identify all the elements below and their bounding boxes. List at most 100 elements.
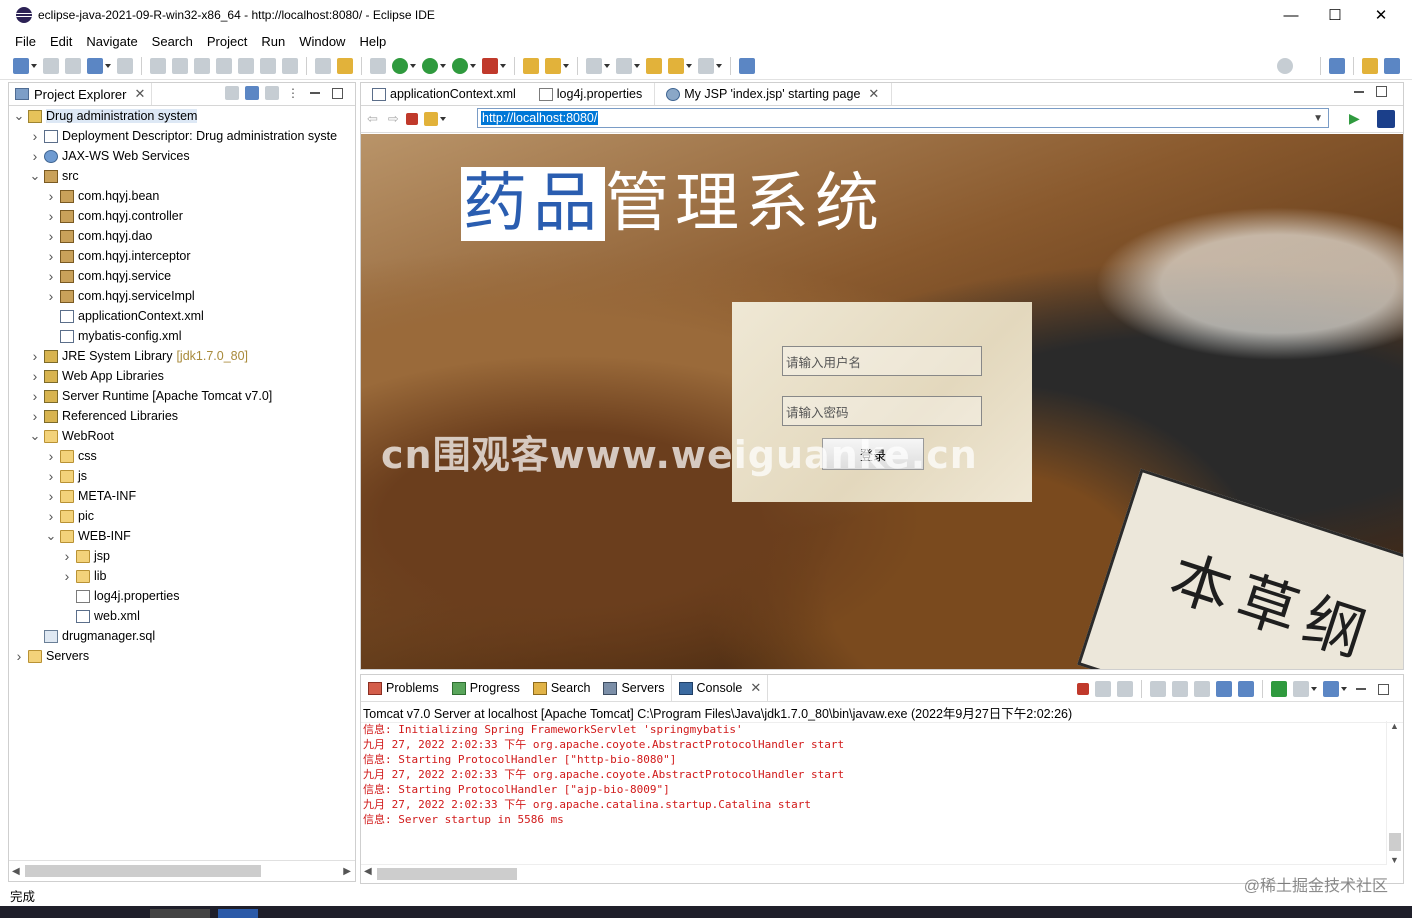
- last-edit-location-icon[interactable]: [646, 57, 662, 74]
- chevron-down-icon[interactable]: ▼: [1312, 113, 1324, 124]
- refresh-icon[interactable]: [423, 112, 438, 126]
- suspend-icon[interactable]: [172, 57, 188, 74]
- terminal-dropdown-icon[interactable]: [105, 58, 111, 74]
- show-on-stdout-icon[interactable]: [1216, 681, 1232, 697]
- chevron-right-icon[interactable]: ›: [45, 488, 57, 504]
- external-tools-icon[interactable]: [482, 57, 498, 74]
- tab-application-context[interactable]: applicationContext.xml: [361, 83, 528, 105]
- save-icon[interactable]: [43, 57, 59, 74]
- scroll-left-icon[interactable]: ◀: [12, 866, 20, 877]
- refresh-dropdown-icon[interactable]: [439, 111, 446, 127]
- tree-item[interactable]: › com.hqyj.bean: [9, 186, 355, 206]
- menu-navigate[interactable]: Navigate: [86, 34, 137, 49]
- chevron-right-icon[interactable]: ›: [13, 648, 25, 664]
- tree-item[interactable]: › com.hqyj.controller: [9, 206, 355, 226]
- use-step-filters-icon[interactable]: [315, 57, 331, 74]
- debug-perspective-icon[interactable]: [1384, 57, 1400, 74]
- close-icon[interactable]: ✕: [134, 86, 145, 102]
- back-dropdown-icon[interactable]: [686, 58, 692, 74]
- tree-item[interactable]: › Deployment Descriptor: Drug administrat…: [9, 126, 355, 146]
- skip-breakpoints-icon[interactable]: [117, 57, 133, 74]
- chevron-right-icon[interactable]: ›: [29, 368, 41, 384]
- clear-console-icon[interactable]: [1150, 681, 1166, 697]
- maximize-view-icon[interactable]: [332, 87, 343, 99]
- debug-dropdown-icon[interactable]: [410, 58, 416, 74]
- open-type-icon[interactable]: [523, 57, 539, 74]
- chevron-right-icon[interactable]: ›: [45, 248, 57, 264]
- filter-icon[interactable]: [265, 86, 279, 100]
- open-console-icon[interactable]: [1323, 681, 1339, 697]
- maximize-editor-icon[interactable]: [1376, 86, 1387, 97]
- console-horizontal-scrollbar[interactable]: ◀: [361, 864, 1387, 883]
- terminate-icon[interactable]: [1077, 683, 1089, 695]
- pin-console-icon[interactable]: [1271, 681, 1287, 697]
- open-console-dropdown-icon[interactable]: [1341, 681, 1347, 697]
- close-icon[interactable]: ✕: [868, 86, 879, 102]
- scroll-lock-icon[interactable]: [1172, 681, 1188, 697]
- minimize-view-icon[interactable]: [310, 92, 320, 94]
- tree-item[interactable]: › js: [9, 466, 355, 486]
- chevron-right-icon[interactable]: ›: [61, 548, 73, 564]
- tree-item[interactable]: › Server Runtime [Apache Tomcat v7.0]: [9, 386, 355, 406]
- tree-item[interactable]: web.xml: [9, 606, 355, 626]
- scrollbar-thumb[interactable]: [1389, 833, 1401, 851]
- step-return-icon[interactable]: [282, 57, 298, 74]
- tree-item[interactable]: › com.hqyj.interceptor: [9, 246, 355, 266]
- url-input[interactable]: http://localhost:8080/ ▼: [477, 108, 1329, 128]
- tree-item[interactable]: › JRE System Library [jdk1.7.0_80]: [9, 346, 355, 366]
- chevron-right-icon[interactable]: ›: [29, 128, 41, 144]
- resume-icon[interactable]: [150, 57, 166, 74]
- tree-item[interactable]: ⌄ WEB-INF: [9, 526, 355, 546]
- minimize-editor-icon[interactable]: [1354, 90, 1364, 93]
- link-with-editor-icon[interactable]: [245, 86, 259, 100]
- coverage-icon[interactable]: [452, 57, 468, 74]
- save-all-icon[interactable]: [65, 57, 81, 74]
- previous-annotation-dropdown-icon[interactable]: [634, 58, 640, 74]
- chevron-right-icon[interactable]: ›: [29, 148, 41, 164]
- tree-item[interactable]: applicationContext.xml: [9, 306, 355, 326]
- scroll-up-icon[interactable]: ▲: [1390, 721, 1399, 731]
- scroll-right-icon[interactable]: ▶: [343, 866, 351, 877]
- chevron-right-icon[interactable]: ›: [45, 208, 57, 224]
- display-console-icon[interactable]: [1293, 681, 1309, 697]
- forward-icon[interactable]: [698, 57, 714, 74]
- tree-item[interactable]: › JAX-WS Web Services: [9, 146, 355, 166]
- scrollbar-thumb[interactable]: [377, 868, 517, 880]
- scroll-left-icon[interactable]: ◀: [364, 866, 372, 877]
- password-input[interactable]: 请输入密码: [782, 396, 982, 426]
- maximize-view-icon[interactable]: [1378, 683, 1389, 695]
- tree-item[interactable]: › css: [9, 446, 355, 466]
- open-task-icon[interactable]: [545, 57, 561, 74]
- tree-item[interactable]: › Servers: [9, 646, 355, 666]
- tree-item[interactable]: › com.hqyj.service: [9, 266, 355, 286]
- chevron-right-icon[interactable]: ›: [45, 468, 57, 484]
- new-dropdown-icon[interactable]: [31, 58, 37, 74]
- menu-project[interactable]: Project: [207, 34, 247, 49]
- chevron-right-icon[interactable]: ›: [29, 408, 41, 424]
- previous-annotation-icon[interactable]: [616, 57, 632, 74]
- stop-icon[interactable]: [405, 113, 418, 125]
- next-annotation-dropdown-icon[interactable]: [604, 58, 610, 74]
- word-wrap-icon[interactable]: [1194, 681, 1210, 697]
- step-over-icon[interactable]: [260, 57, 276, 74]
- go-icon[interactable]: ▶: [1349, 110, 1360, 127]
- tree-item[interactable]: ⌄ WebRoot: [9, 426, 355, 446]
- maximize-button[interactable]: ☐: [1312, 0, 1358, 30]
- pin-icon[interactable]: [370, 57, 386, 74]
- menu-help[interactable]: Help: [359, 34, 386, 49]
- display-console-dropdown-icon[interactable]: [1311, 681, 1317, 697]
- menu-edit[interactable]: Edit: [50, 34, 72, 49]
- scroll-down-icon[interactable]: ▼: [1390, 855, 1399, 865]
- open-task-dropdown-icon[interactable]: [563, 58, 569, 74]
- remove-launch-icon[interactable]: [1095, 681, 1111, 697]
- tree-item[interactable]: › META-INF: [9, 486, 355, 506]
- terminal-icon[interactable]: [87, 57, 103, 74]
- collapse-all-icon[interactable]: [225, 86, 239, 100]
- tree-item[interactable]: ⌄ src: [9, 166, 355, 186]
- tab-servers[interactable]: Servers: [596, 675, 670, 701]
- back-icon[interactable]: [668, 57, 684, 74]
- tab-search[interactable]: Search: [526, 675, 597, 701]
- tab-project-explorer[interactable]: Project Explorer ✕: [9, 83, 153, 105]
- next-annotation-icon[interactable]: [586, 57, 602, 74]
- forward-arrow-icon[interactable]: ⇨: [388, 111, 399, 127]
